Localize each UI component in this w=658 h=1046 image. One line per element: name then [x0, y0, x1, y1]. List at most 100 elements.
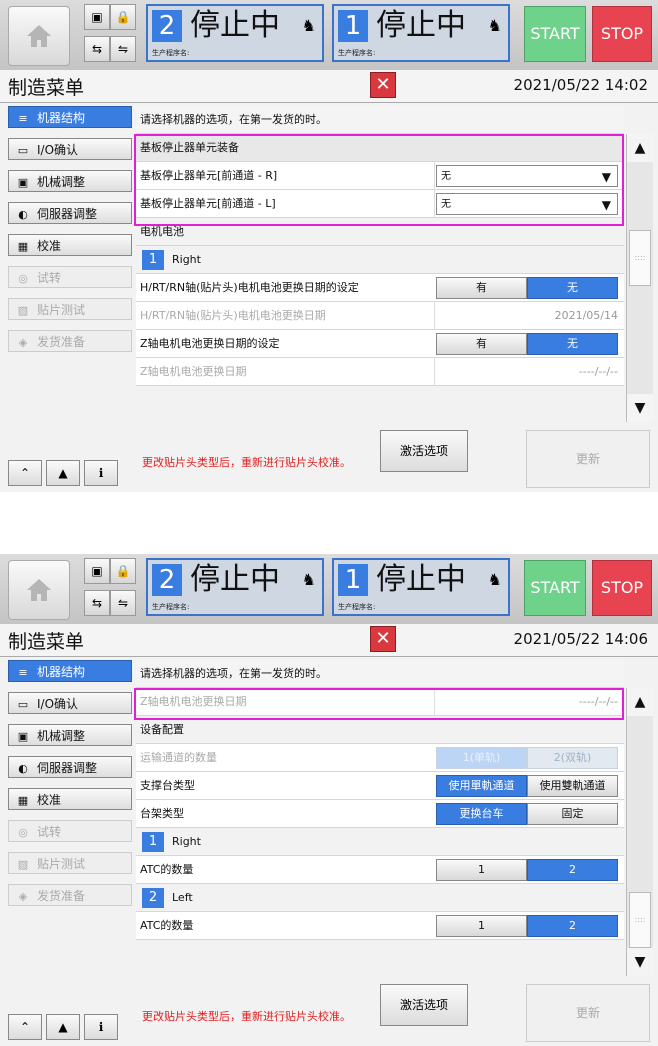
network-icon[interactable]: ⇋ — [110, 36, 136, 62]
transfer-icon[interactable]: ⇆ — [84, 36, 110, 62]
start-button[interactable]: START — [524, 6, 586, 62]
option-row: 设备配置 — [136, 716, 624, 744]
lane-number: 2 — [152, 564, 182, 596]
toggle-option[interactable]: 无 — [527, 333, 618, 355]
start-button[interactable]: START — [524, 560, 586, 616]
info-icon[interactable]: ℹ — [84, 1014, 118, 1040]
activate-option-button[interactable]: 激活选项 — [380, 430, 468, 472]
structure-icon: ≡ — [18, 112, 28, 125]
scrollbar[interactable]: ▲:::: ▼ — [626, 688, 653, 976]
network-icon[interactable]: ⇋ — [110, 590, 136, 616]
lock-icon[interactable]: 🔒 — [110, 558, 136, 584]
mechanical-icon: ▣ — [17, 730, 29, 743]
toggle-option[interactable]: 有 — [436, 333, 527, 355]
option-row: Z轴电机电池更换日期 ----/--/-- — [136, 358, 624, 386]
display-icon[interactable]: ▣ — [84, 558, 110, 584]
sidebar-item-3[interactable]: ▣ 机械调整 — [8, 170, 132, 192]
option-label: ATC的数量 — [140, 863, 194, 876]
lane-number: 1 — [338, 10, 368, 42]
stop-button[interactable]: STOP — [592, 560, 652, 616]
scroll-up-icon[interactable]: ▲ — [627, 688, 653, 716]
divider — [434, 302, 435, 330]
option-value: 2021/05/14 — [554, 309, 618, 322]
lock-icon[interactable]: 🔒 — [110, 4, 136, 30]
stop-button[interactable]: STOP — [592, 6, 652, 62]
toggle-option[interactable]: 2 — [527, 859, 618, 881]
info-icon[interactable]: ℹ — [84, 460, 118, 486]
divider — [434, 358, 435, 386]
option-row: 1 Right — [136, 246, 624, 274]
home-button[interactable] — [8, 6, 70, 66]
warning-icon[interactable]: ▲ — [46, 1014, 80, 1040]
sidebar-item-3[interactable]: ▣ 机械调整 — [8, 724, 132, 746]
instruction-message: 请选择机器的选项，在第一发货的时。 — [136, 660, 624, 688]
option-toggle: 使用單軌通道 使用雙軌通道 — [436, 775, 618, 797]
shipping-icon: ◈ — [18, 336, 28, 349]
sidebar-item-1[interactable]: ≡ 机器结构 — [8, 106, 132, 128]
bottom-buttons: ⌃ ▲ ℹ — [8, 1014, 122, 1040]
toggle-option[interactable]: 更换台车 — [436, 803, 527, 825]
collapse-icon[interactable]: ⌃ — [8, 460, 42, 486]
toggle-option[interactable]: 1 — [436, 915, 527, 937]
lane-status-2[interactable]: 2 停止中 ♞ 生产程序名: — [146, 4, 324, 62]
option-label: H/RT/RN轴(贴片头)电机电池更换日期的设定 — [140, 281, 359, 294]
sidebar-item-label: 机械调整 — [37, 175, 86, 189]
warning-text: 更改贴片头类型后，重新进行贴片头校准。 — [142, 456, 351, 469]
page-title: 制造菜单 — [8, 77, 85, 99]
activate-option-button[interactable]: 激活选项 — [380, 984, 468, 1026]
home-button[interactable] — [8, 560, 70, 620]
lane-badge: 1 — [142, 832, 164, 852]
close-button[interactable]: ✕ — [370, 626, 396, 652]
toggle-option[interactable]: 无 — [527, 277, 618, 299]
scrollbar[interactable]: ▲:::: ▼ — [626, 134, 653, 422]
scroll-down-icon[interactable]: ▼ — [627, 948, 653, 976]
sidebar-item-4[interactable]: ◐ 伺服器调整 — [8, 202, 132, 224]
scroll-thumb[interactable]: :::: — [629, 892, 651, 948]
sidebar-item-2[interactable]: ▭ I/O确认 — [8, 138, 132, 160]
option-label: 设备配置 — [140, 723, 184, 736]
instruction-message: 请选择机器的选项，在第一发货的时。 — [136, 106, 624, 134]
option-label: 运输通道的数量 — [140, 751, 217, 764]
sidebar-item-5[interactable]: ▦ 校准 — [8, 788, 132, 810]
sidebar-item-label: 发货准备 — [37, 889, 86, 903]
option-label: Right — [172, 253, 201, 266]
sidebar-item-label: 校准 — [37, 793, 62, 807]
toggle-option[interactable]: 使用雙軌通道 — [527, 775, 618, 797]
sidebar-item-label: 试转 — [37, 825, 62, 839]
sidebar-item-1[interactable]: ≡ 机器结构 — [8, 660, 132, 682]
toggle-option[interactable]: 1 — [436, 859, 527, 881]
sidebar-item-5[interactable]: ▦ 校准 — [8, 234, 132, 256]
sidebar: ≡ 机器结构 ▭ I/O确认 ▣ 机械调整 ◐ 伺服器调整 ▦ 校准 ◎ 试转 ▧ 贴片测试 ◈ 发货准备 — [8, 660, 132, 916]
sidebar-item-label: I/O确认 — [37, 143, 79, 157]
close-button[interactable]: ✕ — [370, 72, 396, 98]
servo-icon: ◐ — [18, 208, 28, 221]
option-toggle: 12 — [436, 915, 618, 937]
scroll-up-icon[interactable]: ▲ — [627, 134, 653, 162]
sidebar-item-6: ◎ 试转 — [8, 820, 132, 842]
option-label: 支撑台类型 — [140, 779, 195, 792]
toggle-option[interactable]: 固定 — [527, 803, 618, 825]
sidebar-item-label: 伺服器调整 — [37, 207, 98, 221]
option-row: 1 Right — [136, 828, 624, 856]
bottom-buttons: ⌃ ▲ ℹ — [8, 460, 122, 486]
scroll-thumb[interactable]: :::: — [629, 230, 651, 286]
warning-text: 更改贴片头类型后，重新进行贴片头校准。 — [142, 1010, 351, 1023]
scroll-down-icon[interactable]: ▼ — [627, 394, 653, 422]
program-name-label: 生产程序名: — [152, 49, 190, 57]
option-label: 台架类型 — [140, 807, 184, 820]
sidebar-item-4[interactable]: ◐ 伺服器调整 — [8, 756, 132, 778]
display-icon[interactable]: ▣ — [84, 4, 110, 30]
warning-icon[interactable]: ▲ — [46, 460, 80, 486]
toggle-option[interactable]: 有 — [436, 277, 527, 299]
lane-status-1[interactable]: 1 停止中 ♞ 生产程序名: — [332, 4, 510, 62]
option-toggle: 1(单轨) 2(双轨) — [436, 747, 618, 769]
option-toggle: 12 — [436, 859, 618, 881]
sidebar-item-2[interactable]: ▭ I/O确认 — [8, 692, 132, 714]
lane-status-1[interactable]: 1 停止中 ♞ 生产程序名: — [332, 558, 510, 616]
collapse-icon[interactable]: ⌃ — [8, 1014, 42, 1040]
transfer-icon[interactable]: ⇆ — [84, 590, 110, 616]
toggle-option[interactable]: 2 — [527, 915, 618, 937]
option-label: Right — [172, 835, 201, 848]
toggle-option[interactable]: 使用單軌通道 — [436, 775, 527, 797]
lane-status-2[interactable]: 2 停止中 ♞ 生产程序名: — [146, 558, 324, 616]
